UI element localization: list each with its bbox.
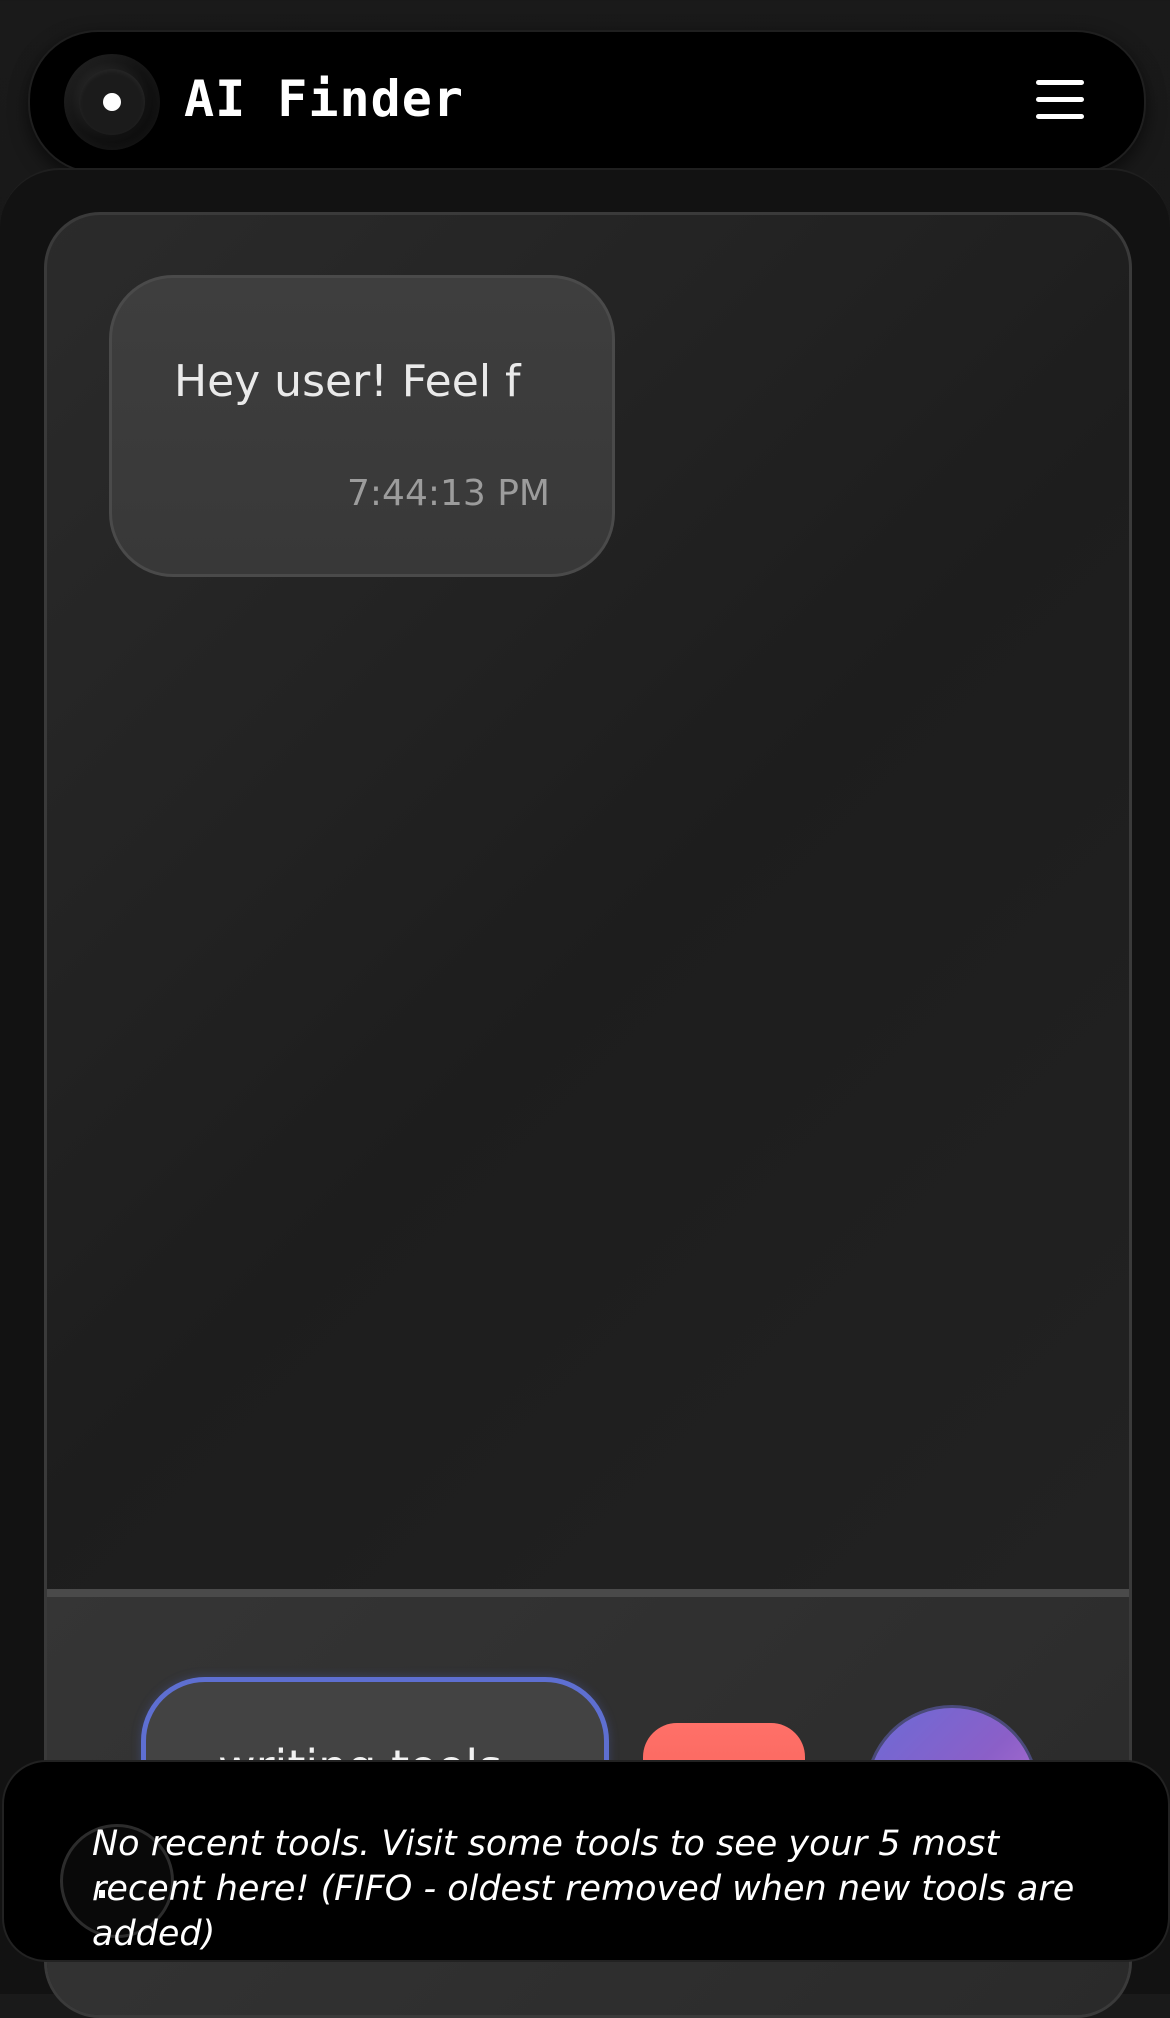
message-text: Hey user! Feel f <box>174 356 521 407</box>
menu-line <box>1036 97 1084 102</box>
chat-container: Hey user! Feel f 7:44:13 PM <box>44 212 1132 2018</box>
recent-tools-empty-text: No recent tools. Visit some tools to see… <box>92 1824 1075 1954</box>
hamburger-menu-icon[interactable] <box>1036 78 1086 124</box>
logo-dot <box>103 93 121 111</box>
bot-message-bubble: Hey user! Feel f 7:44:13 PM <box>109 275 615 577</box>
menu-line <box>1036 114 1084 119</box>
record-dot-icon[interactable] <box>64 54 160 150</box>
menu-line <box>1036 80 1084 85</box>
recent-tools-bar: No recent tools. Visit some tools to see… <box>2 1760 1170 1962</box>
app-header: AI Finder <box>28 30 1146 174</box>
app-title: AI Finder <box>184 70 464 128</box>
message-timestamp: 7:44:13 PM <box>347 473 550 514</box>
